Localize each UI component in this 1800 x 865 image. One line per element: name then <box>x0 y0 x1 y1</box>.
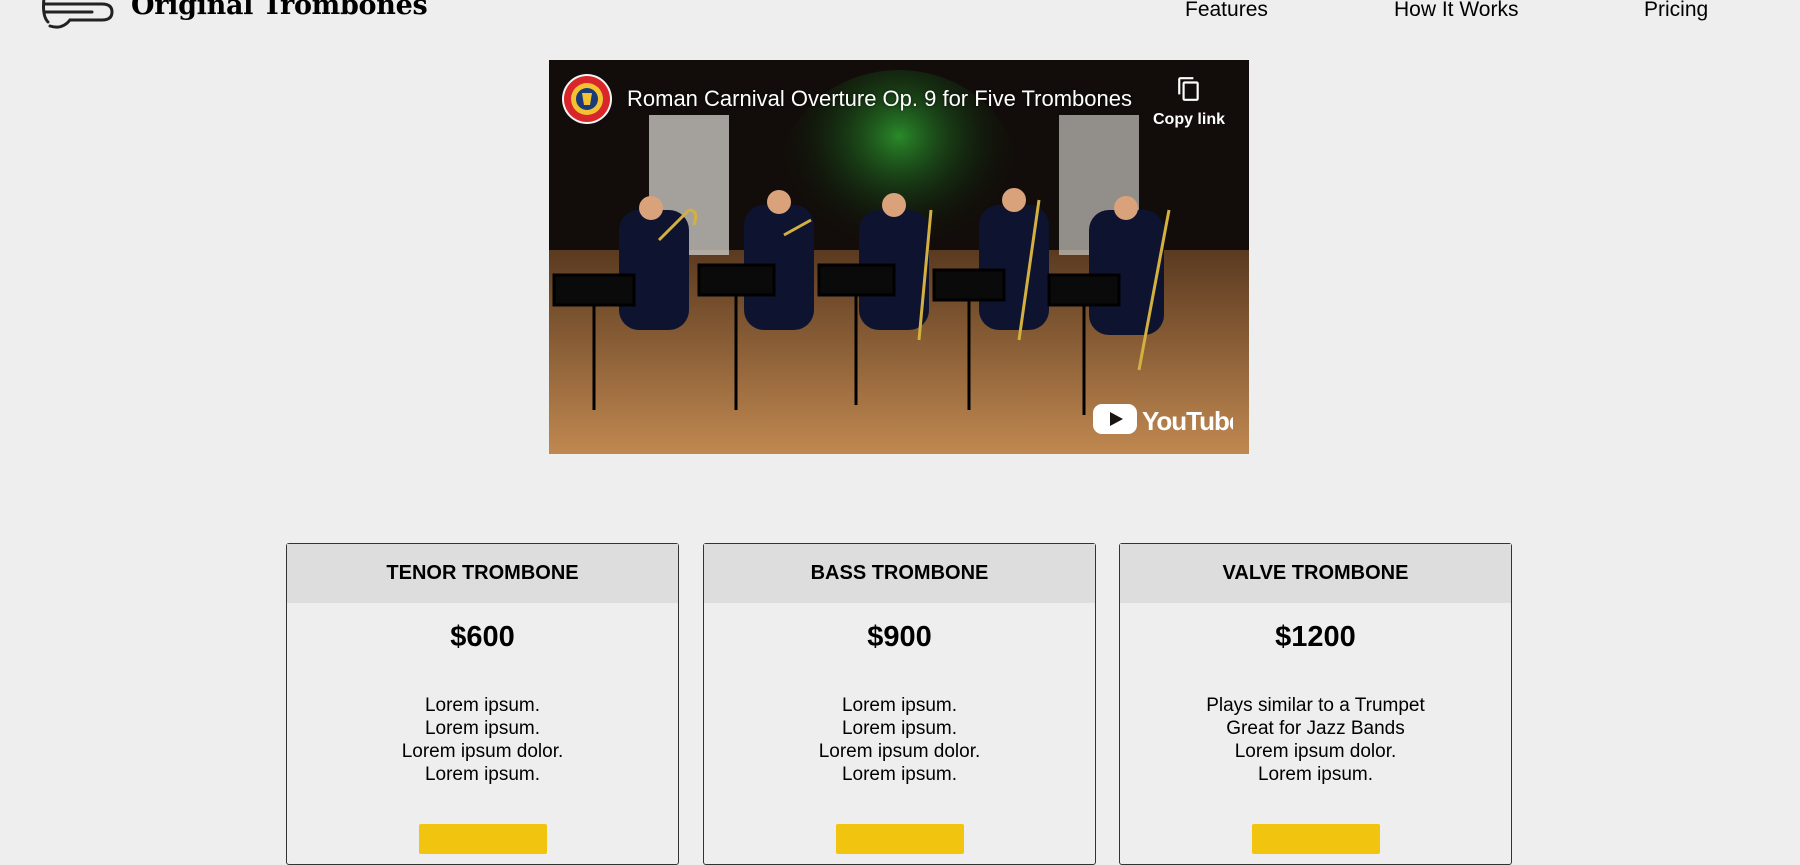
card-title: BASS TROMBONE <box>704 544 1095 603</box>
select-button[interactable] <box>835 824 964 854</box>
channel-avatar[interactable] <box>562 74 612 124</box>
video-title[interactable]: Roman Carnival Overture Op. 9 for Five T… <box>627 86 1132 112</box>
card-title: TENOR TROMBONE <box>287 544 678 603</box>
card-price: $1200 <box>1275 621 1356 653</box>
card-feature: Plays similar to a Trumpet <box>1206 695 1425 716</box>
video-thumbnail <box>549 60 1249 454</box>
card-feature: Lorem ipsum dolor. <box>401 741 564 762</box>
pricing-card-tenor: TENOR TROMBONE $600 Lorem ipsum. Lorem i… <box>286 543 679 865</box>
card-feature-list: Lorem ipsum. Lorem ipsum. Lorem ipsum do… <box>287 694 678 786</box>
select-button[interactable] <box>418 824 547 854</box>
youtube-logo[interactable]: YouTube <box>1093 401 1233 437</box>
nav-link-features[interactable]: Features <box>1185 0 1268 22</box>
copy-icon <box>1178 77 1199 101</box>
card-feature: Lorem ipsum. <box>424 764 541 785</box>
card-feature: Lorem ipsum. <box>841 695 958 716</box>
nav-link-how-it-works[interactable]: How It Works <box>1394 0 1518 22</box>
card-feature: Lorem ipsum. <box>424 718 541 739</box>
copy-link-button[interactable]: Copy link <box>1149 76 1229 129</box>
card-feature: Lorem ipsum. <box>1257 764 1374 785</box>
card-price: $600 <box>450 621 515 653</box>
card-price: $900 <box>867 621 932 653</box>
video-player[interactable]: Roman Carnival Overture Op. 9 for Five T… <box>549 60 1249 454</box>
card-feature: Great for Jazz Bands <box>1226 718 1405 739</box>
card-feature: Lorem ipsum dolor. <box>1234 741 1397 762</box>
copy-link-label: Copy link <box>1152 111 1225 128</box>
card-title: VALVE TROMBONE <box>1120 544 1511 603</box>
card-feature: Lorem ipsum. <box>841 764 958 785</box>
card-feature: Lorem ipsum. <box>424 695 541 716</box>
pricing-card-valve: VALVE TROMBONE $1200 Plays similar to a … <box>1119 543 1512 865</box>
youtube-wordmark: YouTube <box>1142 406 1233 436</box>
nav-link-pricing[interactable]: Pricing <box>1644 0 1708 22</box>
card-feature-list: Lorem ipsum. Lorem ipsum. Lorem ipsum do… <box>704 694 1095 786</box>
brand-name: Original Trombones <box>131 0 428 21</box>
pricing-card-bass: BASS TROMBONE $900 Lorem ipsum. Lorem ip… <box>703 543 1096 865</box>
select-button[interactable] <box>1251 824 1380 854</box>
card-feature: Lorem ipsum dolor. <box>818 741 981 762</box>
card-feature-list: Plays similar to a Trumpet Great for Jaz… <box>1120 694 1511 786</box>
trombone-icon[interactable] <box>40 0 116 32</box>
card-feature: Lorem ipsum. <box>841 718 958 739</box>
